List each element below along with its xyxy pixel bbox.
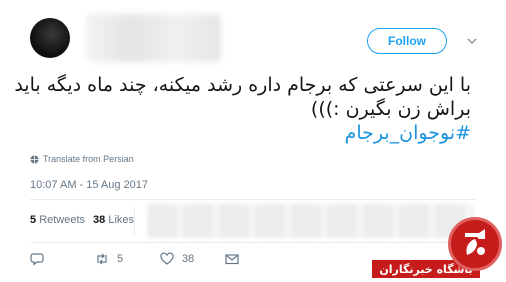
retweet-button[interactable]: 5 (95, 252, 123, 266)
tweet-text: با این سرعتی که برجام داره رشد میکنه، چن… (14, 73, 471, 145)
translate-link[interactable]: Translate from Persian (30, 154, 134, 164)
divider (30, 199, 476, 200)
retweets-stat[interactable]: 5 Retweets (30, 214, 85, 226)
envelope-icon (225, 254, 239, 265)
tweet-text-line: با این سرعتی که برجام داره رشد میکنه، چن… (14, 74, 471, 96)
chevron-down-icon[interactable] (466, 35, 478, 47)
like-button[interactable]: 38 (160, 252, 194, 266)
translate-label: Translate from Persian (43, 154, 134, 164)
hashtag-link[interactable]: #نوجوان_برجام (31, 121, 471, 145)
camera-logo-icon (465, 229, 485, 255)
heart-icon (160, 252, 174, 265)
blurred-user-name (86, 14, 221, 62)
watermark-logo (448, 217, 502, 271)
follow-button[interactable]: Follow (367, 28, 447, 54)
tweet-text-line: براش زن بگیرن :))) (310, 98, 471, 120)
retweet-icon (97, 253, 107, 265)
divider (134, 207, 135, 235)
reply-button[interactable] (30, 252, 44, 266)
globe-icon (30, 154, 39, 164)
reply-icon (30, 253, 44, 266)
like-count: 38 (182, 253, 195, 265)
direct-message-button[interactable] (225, 252, 239, 266)
watermark: باشگاه خبرنگاران (372, 212, 506, 282)
tweet-stats: 5 Retweets 38 Likes (30, 214, 134, 226)
retweet-count: 5 (117, 253, 124, 265)
likes-stat[interactable]: 38 Likes (93, 214, 134, 226)
avatar[interactable] (30, 18, 70, 58)
timestamp[interactable]: 10:07 AM - 15 Aug 2017 (30, 179, 148, 191)
